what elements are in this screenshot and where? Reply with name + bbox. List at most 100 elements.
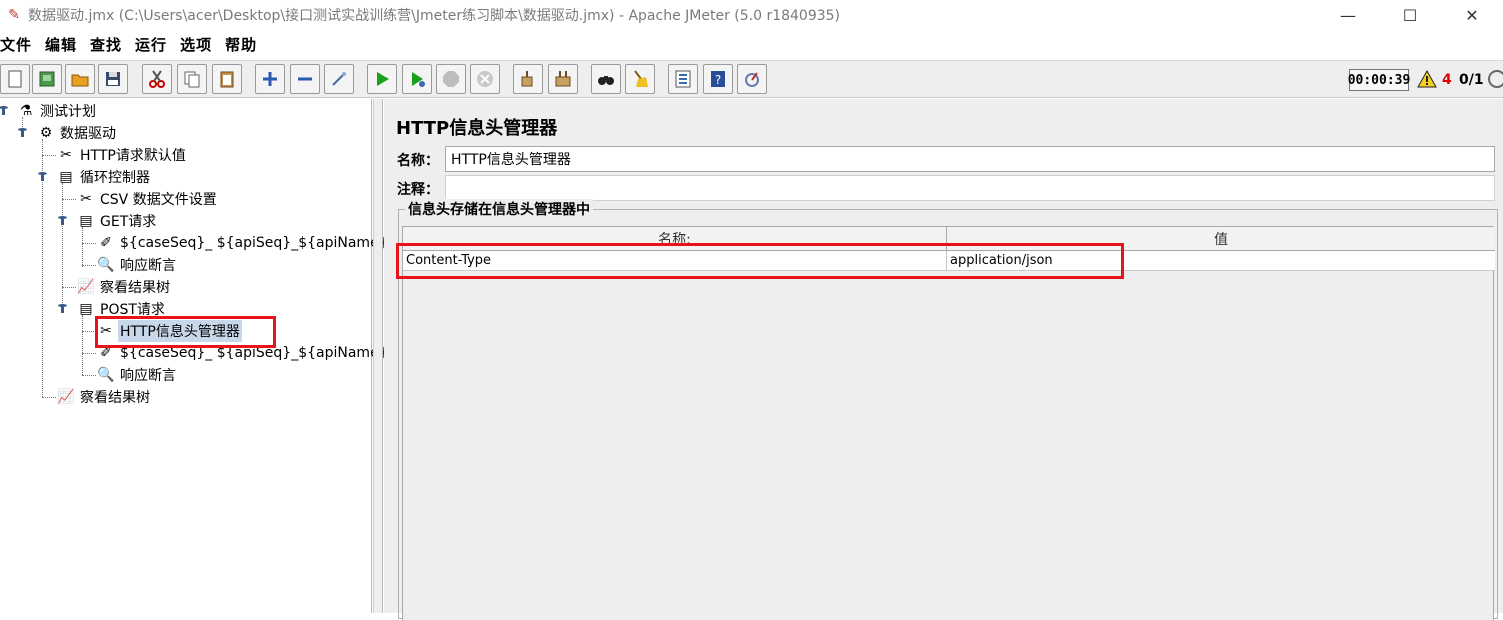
list-icon <box>675 70 691 88</box>
highlight-box-tree <box>95 316 276 348</box>
tree-node-test-plan[interactable]: ⚗ 测试计划 <box>17 100 98 122</box>
title-bar: ✎ 数据驱动.jmx (C:\Users\acer\Desktop\接口测试实战… <box>0 0 1503 30</box>
tree-toggle-loop-controller[interactable] <box>38 169 47 181</box>
templates-icon <box>39 71 55 87</box>
gear-icon: ⚙ <box>39 125 53 141</box>
start-no-pauses-button[interactable] <box>402 64 432 94</box>
warning-count[interactable]: 4 <box>1442 72 1452 88</box>
tree-node-csv-config[interactable]: ✂ CSV 数据文件设置 <box>77 188 219 210</box>
panel-title: HTTP信息头管理器 <box>396 118 558 139</box>
svg-text:?: ? <box>715 73 721 87</box>
paste-button[interactable] <box>212 64 242 94</box>
menu-search[interactable]: 查找 <box>88 34 129 55</box>
clear-all-button[interactable] <box>548 64 578 94</box>
test-plan-tree: ⚗ 测试计划 ⚙ 数据驱动 ✂ HTTP请求默认值 ▤ 循环控制器 ✂ CSV … <box>0 99 388 613</box>
search-button[interactable] <box>591 64 621 94</box>
new-file-icon <box>8 70 22 88</box>
tree-node-thread-group[interactable]: ⚙ 数据驱动 <box>37 122 118 144</box>
chart-listener-icon: 📈 <box>77 279 95 295</box>
copy-icon <box>184 71 200 88</box>
toggle-button[interactable] <box>324 64 354 94</box>
controller-icon: ▤ <box>79 213 93 229</box>
save-disk-icon <box>106 72 120 86</box>
function-helper-button[interactable] <box>668 64 698 94</box>
tree-toggle-test-plan[interactable] <box>0 103 8 115</box>
tree-toggle-get-controller[interactable] <box>58 213 67 225</box>
elapsed-timer: 00:00:39 <box>1348 69 1410 91</box>
stop-button[interactable] <box>436 64 466 94</box>
comment-input[interactable] <box>445 175 1495 201</box>
stop-icon <box>443 71 459 87</box>
status-indicator-icon <box>1488 70 1503 88</box>
tree-node-get-sampler[interactable]: ✐ ${caseSeq}_ ${apiSeq}_${apiName} <box>97 232 390 254</box>
warning-icon[interactable] <box>1417 70 1437 88</box>
collapse-button[interactable] <box>290 64 320 94</box>
tree-node-http-defaults[interactable]: ✂ HTTP请求默认值 <box>57 144 188 166</box>
menu-options[interactable]: 选项 <box>178 34 219 55</box>
remote-icon <box>745 72 759 87</box>
minus-icon <box>298 77 312 81</box>
window-controls: — ☐ ✕ <box>1317 0 1503 30</box>
maximize-button[interactable]: ☐ <box>1379 0 1441 30</box>
clear-button[interactable] <box>513 64 543 94</box>
tree-node-get-assertion[interactable]: 🔍 响应断言 <box>97 254 178 276</box>
play-icon <box>377 72 389 86</box>
name-input[interactable]: HTTP信息头管理器 <box>445 146 1495 172</box>
expand-button[interactable] <box>255 64 285 94</box>
name-label: 名称： <box>397 153 439 169</box>
group-title: 信息头存储在信息头管理器中 <box>405 199 593 219</box>
header-manager-panel: HTTP信息头管理器 名称： HTTP信息头管理器 注释： 信息头存储在信息头管… <box>384 99 1503 620</box>
save-button[interactable] <box>98 64 128 94</box>
tree-node-loop-controller[interactable]: ▤ 循环控制器 <box>57 166 152 188</box>
broom-icon <box>634 70 648 87</box>
jmeter-feather-icon: ✎ <box>8 7 20 23</box>
help-icon: ? <box>711 71 725 87</box>
tree-toggle-thread-group[interactable] <box>18 125 27 137</box>
plus-icon <box>263 72 277 86</box>
chart-listener-icon: 📈 <box>57 389 75 405</box>
open-button[interactable] <box>65 64 95 94</box>
binoculars-icon <box>598 76 614 85</box>
reset-search-button[interactable] <box>625 64 655 94</box>
minimize-button[interactable]: — <box>1317 0 1379 30</box>
tree-node-result-tree-2[interactable]: 📈 察看结果树 <box>57 386 152 408</box>
clipboard-icon <box>220 71 234 88</box>
help-button[interactable]: ? <box>703 64 733 94</box>
tree-toggle-post-controller[interactable] <box>58 301 67 313</box>
controller-icon: ▤ <box>79 301 93 317</box>
tree-node-get-controller[interactable]: ▤ GET请求 <box>77 210 158 232</box>
highlight-box-table <box>396 243 1124 279</box>
broom-clear-all-icon <box>555 71 571 87</box>
magnifier-icon: 🔍 <box>97 257 115 273</box>
start-button[interactable] <box>367 64 397 94</box>
templates-button[interactable] <box>32 64 62 94</box>
copy-button[interactable] <box>177 64 207 94</box>
window-title: 数据驱动.jmx (C:\Users\acer\Desktop\接口测试实战训练… <box>28 8 841 24</box>
menu-bar: 文件 编辑 查找 运行 选项 帮助 <box>0 30 1503 58</box>
menu-help[interactable]: 帮助 <box>223 34 264 55</box>
shutdown-icon <box>477 71 493 87</box>
wand-icon <box>332 72 346 86</box>
play-no-pause-icon <box>412 72 425 87</box>
flask-icon: ⚗ <box>19 103 33 119</box>
remote-button[interactable] <box>737 64 767 94</box>
panel-splitter[interactable] <box>373 99 383 613</box>
scissors-icon <box>149 70 165 88</box>
pipette-sampler-icon: ✐ <box>100 235 112 251</box>
comment-label: 注释： <box>397 182 439 198</box>
menu-edit[interactable]: 编辑 <box>43 34 84 55</box>
active-threads: 0/1 <box>1459 72 1484 88</box>
shutdown-button[interactable] <box>470 64 500 94</box>
new-button[interactable] <box>0 64 30 94</box>
broom-clear-icon <box>521 71 533 87</box>
wrench-screwdriver-icon: ✂ <box>80 191 92 207</box>
tree-node-post-assertion[interactable]: 🔍 响应断言 <box>97 364 178 386</box>
wrench-screwdriver-icon: ✂ <box>60 147 72 163</box>
menu-run[interactable]: 运行 <box>133 34 174 55</box>
menu-file[interactable]: 文件 <box>0 34 39 55</box>
cut-button[interactable] <box>142 64 172 94</box>
tree-node-result-tree-1[interactable]: 📈 察看结果树 <box>77 276 172 298</box>
close-button[interactable]: ✕ <box>1441 0 1503 30</box>
open-folder-icon <box>71 74 89 87</box>
controller-icon: ▤ <box>59 169 73 185</box>
